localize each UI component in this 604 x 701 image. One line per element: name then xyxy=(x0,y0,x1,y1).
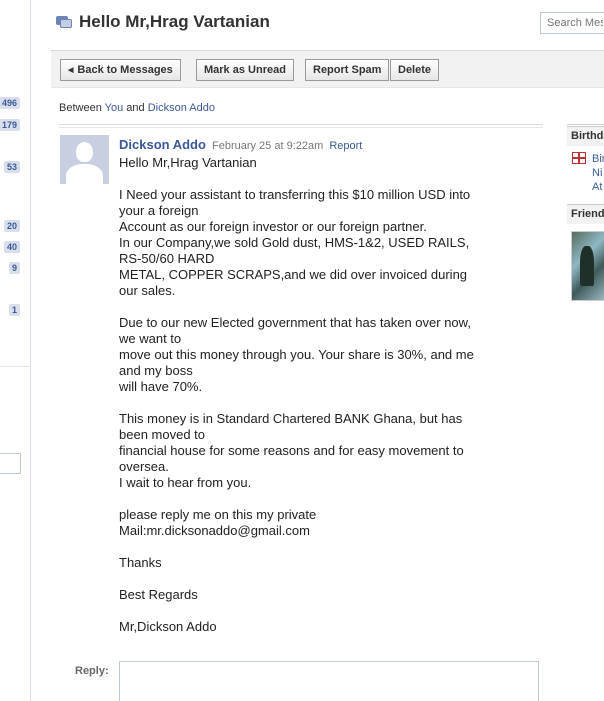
count-badge[interactable]: 9 xyxy=(8,262,20,274)
message-line: I Need your assistant to transferring th… xyxy=(119,187,471,202)
message-line: Hello Mr,Hrag Vartanian xyxy=(119,155,257,170)
page-header: Hello Mr,Hrag Vartanian xyxy=(56,12,270,32)
message-line: financial house for some reasons and for… xyxy=(119,443,464,458)
participant-other-link[interactable]: Dickson Addo xyxy=(148,102,215,114)
message-line: been moved to xyxy=(119,427,206,442)
message-body: Hello Mr,Hrag Vartanian I Need your assis… xyxy=(119,155,524,635)
message-line: and my boss xyxy=(119,363,193,378)
gift-icon xyxy=(572,152,586,164)
message-line: your a foreign xyxy=(119,203,199,218)
message-line: oversea. xyxy=(119,459,169,474)
message-line: move out this money through you. Your sh… xyxy=(119,347,474,362)
thread-divider xyxy=(59,124,543,125)
count-badge[interactable]: 496 xyxy=(0,97,20,109)
reply-label: Reply: xyxy=(75,665,109,677)
message-timestamp: February 25 at 9:22am xyxy=(211,140,324,152)
back-to-messages-button[interactable]: ◀ Back to Messages xyxy=(60,59,181,81)
left-sidebar: 496 179 53 20 40 9 1 xyxy=(0,0,31,701)
message-line: we want to xyxy=(119,331,182,346)
count-badge[interactable]: 1 xyxy=(8,304,20,316)
delete-button[interactable]: Delete xyxy=(390,59,440,81)
page-title: Hello Mr,Hrag Vartanian xyxy=(79,12,270,31)
message-line: Mr,Dickson Addo xyxy=(119,619,217,634)
sidebar-divider xyxy=(0,366,31,367)
count-badge[interactable]: 179 xyxy=(0,119,20,131)
message-line: Thanks xyxy=(119,555,162,570)
messages-icon xyxy=(56,15,73,30)
chevron-left-icon: ◀ xyxy=(68,67,74,74)
birthdays-heading: Birthdays xyxy=(567,126,604,146)
birthday-link[interactable]: At xyxy=(592,181,602,193)
message-line: Mail:mr.dicksonaddo@gmail.com xyxy=(119,523,310,538)
count-badge[interactable]: 53 xyxy=(3,161,20,173)
report-link[interactable]: Report xyxy=(329,140,362,152)
thread-divider xyxy=(59,127,543,128)
default-profile-icon xyxy=(76,142,93,162)
count-badge[interactable]: 20 xyxy=(3,220,20,232)
search-input[interactable] xyxy=(540,12,604,34)
message-line: please reply me on this my private xyxy=(119,507,317,522)
participant-you-link[interactable]: You xyxy=(105,102,124,114)
message-line: will have 70%. xyxy=(119,379,203,394)
count-badge[interactable]: 40 xyxy=(3,241,20,253)
right-sidebar-divider xyxy=(567,124,604,125)
sender-avatar[interactable] xyxy=(60,135,109,184)
mark-as-unread-button[interactable]: Mark as Unread xyxy=(196,59,294,81)
message-line: Account as our foreign investor or our f… xyxy=(119,219,427,234)
message-line: I wait to hear from you. xyxy=(119,475,252,490)
friends-heading: Friends xyxy=(567,204,604,224)
participants-line: Between You and Dickson Addo xyxy=(59,102,215,114)
message-line: This money is in Standard Chartered BANK… xyxy=(119,411,463,426)
message-line: METAL, COPPER SCRAPS,and we did over inv… xyxy=(119,267,468,282)
sidebar-input[interactable] xyxy=(0,453,21,474)
message-line: RS-50/60 HARD xyxy=(119,251,215,266)
message-line: Best Regards xyxy=(119,587,198,602)
birthday-link[interactable]: Bir xyxy=(592,153,604,165)
birthday-link[interactable]: Ni xyxy=(592,167,602,179)
message-line: Due to our new Elected government that h… xyxy=(119,315,471,330)
report-spam-button[interactable]: Report Spam xyxy=(305,59,390,81)
message-header: Dickson Addo February 25 at 9:22am Repor… xyxy=(119,137,362,152)
message-line: our sales. xyxy=(119,283,176,298)
reply-textarea[interactable] xyxy=(119,661,539,701)
message-toolbar: ◀ Back to Messages Mark as Unread Report … xyxy=(51,50,604,88)
sender-name-link[interactable]: Dickson Addo xyxy=(119,137,206,152)
message-line: In our Company,we sold Gold dust, HMS-1&… xyxy=(119,235,470,250)
friend-photo[interactable] xyxy=(571,231,604,301)
